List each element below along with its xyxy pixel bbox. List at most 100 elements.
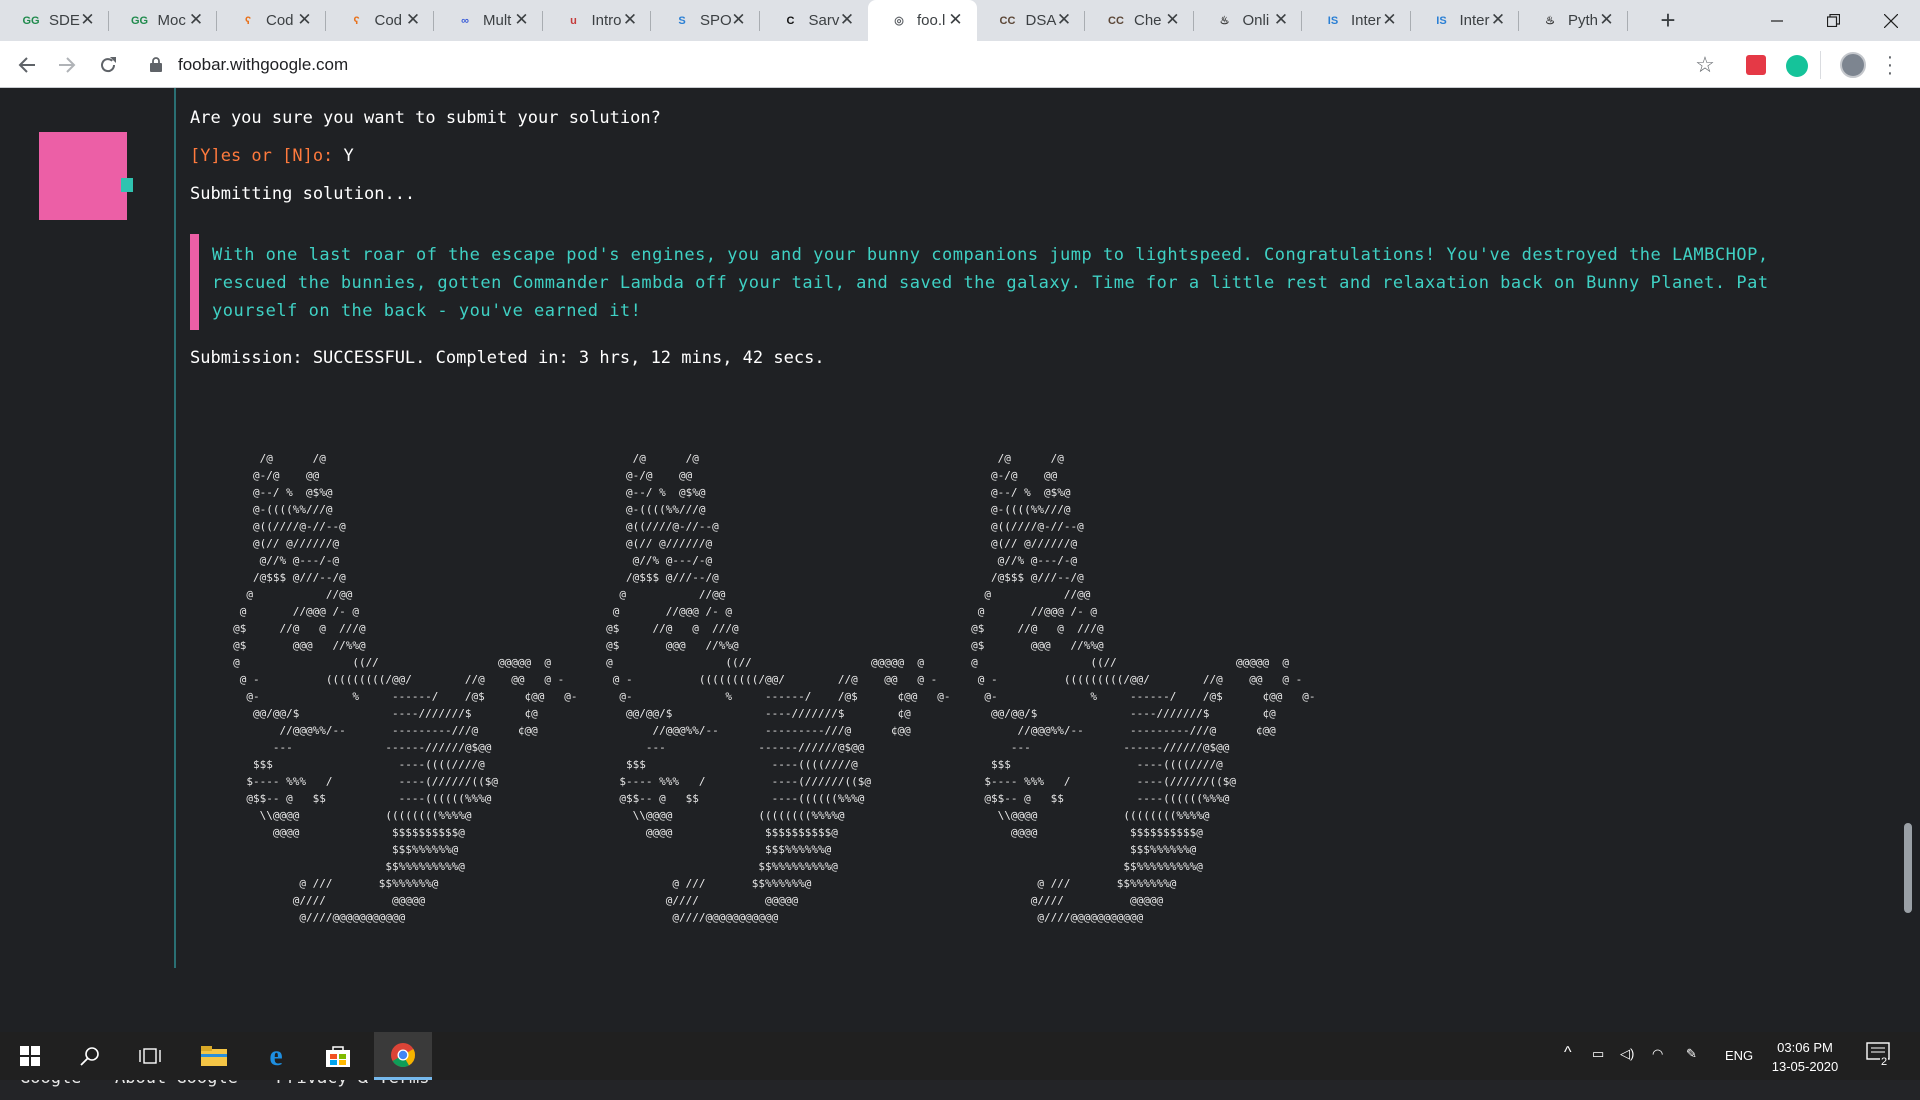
tab-favicon-icon: ◎	[894, 15, 904, 27]
tab-close-icon[interactable]: ✕	[1055, 11, 1073, 29]
tab-close-icon[interactable]: ✕	[947, 11, 965, 29]
tab-close-icon[interactable]: ✕	[296, 11, 314, 29]
restore-icon	[1826, 14, 1840, 27]
arrow-left-icon	[18, 57, 35, 73]
new-tab-button[interactable]: +	[1654, 6, 1682, 34]
message-accent-bar	[190, 234, 199, 330]
task-view-button[interactable]	[124, 1032, 176, 1080]
grammarly-extension-icon[interactable]	[1786, 55, 1808, 77]
tab-close-icon[interactable]: ✕	[1489, 11, 1507, 29]
edge-button[interactable]: e	[250, 1032, 302, 1080]
pen-icon[interactable]: ✎	[1686, 1046, 1697, 1062]
tab-7[interactable]: C Sarv ✕	[760, 0, 869, 41]
tab-11[interactable]: ♨ Onli ✕	[1194, 0, 1303, 41]
tab-10[interactable]: CC Che ✕	[1085, 0, 1194, 41]
pocket-extension-icon[interactable]	[1746, 55, 1766, 75]
clock-time: 03:06 PM	[1777, 1040, 1833, 1055]
avatar-accent	[121, 178, 133, 192]
tab-favicon-icon: ʕ	[244, 14, 252, 27]
address-bar[interactable]: foobar.withgoogle.com	[140, 47, 1740, 83]
notification-center-button[interactable]: 2	[1866, 1042, 1892, 1068]
clock-date: 13-05-2020	[1771, 1059, 1839, 1074]
back-button[interactable]	[13, 51, 41, 79]
prompt-label: [Y]es or [N]o:	[190, 146, 334, 166]
reload-button[interactable]	[94, 51, 122, 79]
search-button[interactable]	[64, 1032, 116, 1080]
store-button[interactable]	[312, 1032, 364, 1080]
folder-icon	[201, 1046, 227, 1066]
tab-close-icon[interactable]: ✕	[730, 11, 748, 29]
tab-5[interactable]: u Intro ✕	[543, 0, 652, 41]
clock[interactable]: 03:06 PM 13-05-2020	[1760, 1038, 1850, 1076]
task-view-icon	[139, 1048, 161, 1064]
tab-close-icon[interactable]: ✕	[404, 11, 422, 29]
tab-close-icon[interactable]: ✕	[1272, 11, 1290, 29]
tab-close-icon[interactable]: ✕	[79, 11, 97, 29]
tab-close-icon[interactable]: ✕	[621, 11, 639, 29]
confirm-prompt-line: [Y]es or [N]o: Y	[190, 146, 354, 166]
chrome-taskbar-button[interactable]	[374, 1032, 432, 1080]
submitting-status: Submitting solution...	[190, 184, 416, 204]
tab-1[interactable]: GG Moc ✕	[109, 0, 218, 41]
edge-icon: e	[269, 1039, 283, 1072]
tab-9[interactable]: CC DSA ✕	[977, 0, 1086, 41]
tab-3[interactable]: ʕ Cod ✕	[326, 0, 435, 41]
left-panel	[0, 88, 176, 968]
prompt-answer: Y	[333, 146, 354, 166]
tab-favicon-icon: ∞	[461, 14, 469, 27]
file-explorer-button[interactable]	[188, 1032, 240, 1080]
lock-icon	[150, 57, 162, 72]
url-text[interactable]: foobar.withgoogle.com	[178, 55, 348, 75]
minimize-button[interactable]	[1754, 0, 1800, 41]
windows-logo-icon	[20, 1046, 40, 1066]
reload-icon	[101, 57, 116, 73]
bookmark-star-icon[interactable]: ☆	[1693, 53, 1717, 77]
tab-14[interactable]: ♨ Pyth ✕	[1519, 0, 1628, 41]
tab-close-icon[interactable]: ✕	[1598, 11, 1616, 29]
language-indicator[interactable]: ENG	[1725, 1048, 1753, 1063]
tab-favicon-icon: GG	[130, 14, 149, 27]
tray-chevron-icon[interactable]: ^	[1564, 1044, 1572, 1062]
tab-close-icon[interactable]: ✕	[1164, 11, 1182, 29]
tab-8[interactable]: ◎ foo.l ✕	[868, 0, 977, 41]
tab-favicon-icon: C	[786, 14, 795, 27]
tab-close-icon[interactable]: ✕	[513, 11, 531, 29]
start-button[interactable]	[4, 1032, 56, 1080]
tab-close-icon[interactable]: ✕	[838, 11, 856, 29]
battery-icon[interactable]: ▭	[1592, 1046, 1604, 1062]
restore-button[interactable]	[1810, 0, 1856, 41]
wifi-icon[interactable]: ◠	[1652, 1046, 1663, 1062]
tab-favicon-icon: ♨	[1219, 15, 1230, 27]
chrome-icon	[391, 1042, 415, 1067]
tab-close-icon[interactable]: ✕	[187, 11, 205, 29]
tab-4[interactable]: ∞ Mult ✕	[434, 0, 543, 41]
volume-icon[interactable]: ◁)	[1620, 1046, 1634, 1062]
close-icon	[1884, 13, 1898, 28]
tab-favicon-icon: ʕ	[353, 14, 360, 27]
tab-2[interactable]: ʕ Cod ✕	[217, 0, 326, 41]
tab-0[interactable]: GG SDE ✕	[0, 0, 109, 41]
bunny-ascii-art-3: /@ /@ @-/@ @@ @--/ % @$%@ @-((((%%///@ @…	[971, 452, 1316, 924]
submission-result: Submission: SUCCESSFUL. Completed in: 3 …	[190, 348, 825, 368]
tab-close-icon[interactable]: ✕	[1381, 11, 1399, 29]
store-icon	[326, 1046, 350, 1067]
menu-kebab-icon[interactable]: · · ·	[1886, 47, 1894, 83]
arrow-right-icon	[59, 57, 76, 73]
browser-tab-strip: GG SDE ✕ GG Moc ✕ ʕ Cod ✕ ʕ Cod ✕ ∞ Mult ✕ u Intro ✕ S SPO ✕…	[0, 0, 1920, 41]
terminal[interactable]: Are you sure you want to submit your sol…	[176, 88, 1920, 968]
terminal-scrollbar[interactable]	[1904, 823, 1912, 913]
browser-toolbar: foobar.withgoogle.com ☆ · · ·	[0, 41, 1920, 88]
tab-favicon-icon: IS	[1436, 14, 1447, 27]
notification-count: 2	[1880, 1056, 1889, 1068]
tab-6[interactable]: S SPO ✕	[651, 0, 760, 41]
bunny-ascii-art-2: /@ /@ @-/@ @@ @--/ % @$%@ @-((((%%///@ @…	[606, 452, 951, 924]
minimize-icon	[1771, 19, 1783, 22]
profile-avatar[interactable]	[1840, 52, 1866, 78]
tab-12[interactable]: IS Inter ✕	[1302, 0, 1411, 41]
tab-favicon-icon: IS	[1327, 14, 1339, 27]
foobar-page: Are you sure you want to submit your sol…	[0, 88, 1920, 1100]
forward-button[interactable]	[53, 51, 81, 79]
tab-favicon-icon: S	[678, 14, 686, 27]
close-window-button[interactable]	[1868, 0, 1914, 41]
tab-13[interactable]: IS Inter ✕	[1411, 0, 1520, 41]
